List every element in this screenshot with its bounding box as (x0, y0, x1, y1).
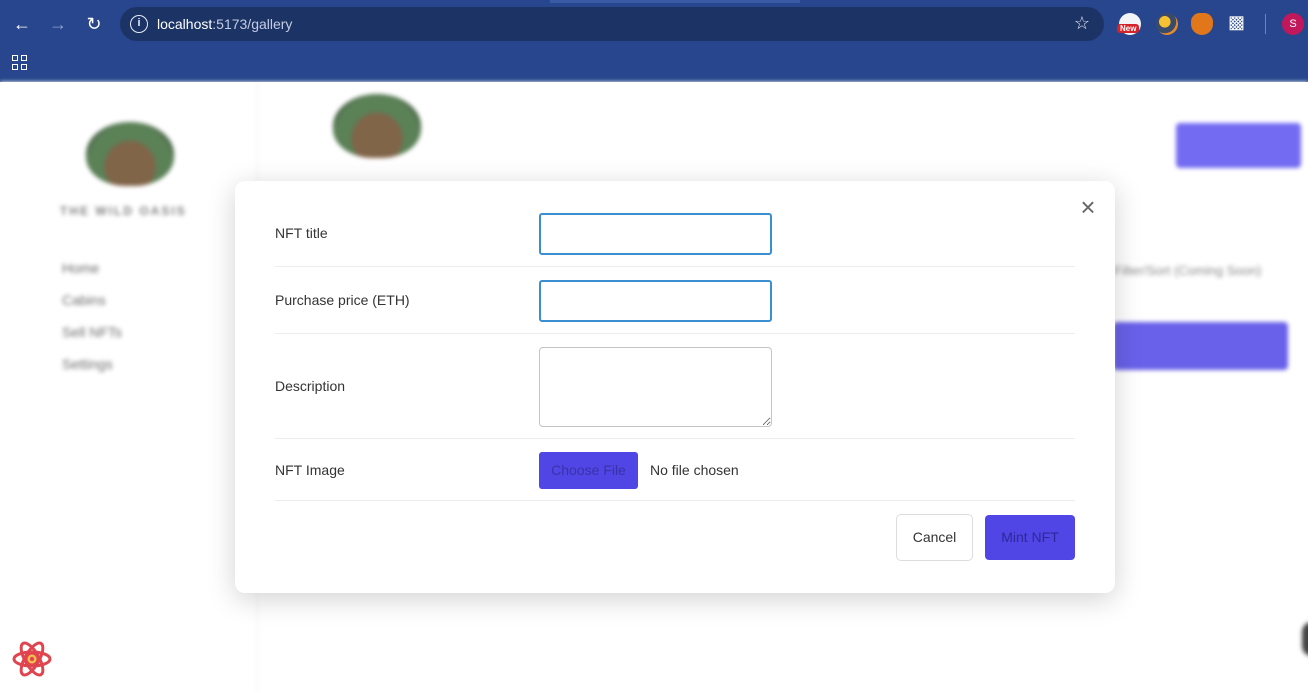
info-icon[interactable]: i (130, 15, 148, 33)
url-text[interactable]: localhost:5173/gallery (157, 16, 292, 32)
form-row-image: NFT Image Choose File No file chosen (275, 439, 1075, 501)
url-path: :5173/gallery (212, 16, 293, 32)
puzzle-icon[interactable]: ▩ (1228, 12, 1245, 33)
back-arrow-icon[interactable]: ← (10, 12, 34, 36)
star-icon[interactable]: ☆ (1074, 13, 1090, 34)
description-textarea[interactable] (539, 347, 772, 427)
form-row-description: Description (275, 334, 1075, 439)
new-badge: New (1117, 24, 1140, 33)
react-devtools-icon[interactable] (12, 639, 52, 679)
metamask-fox-icon[interactable] (1191, 13, 1213, 35)
extension-new-icon[interactable]: New (1117, 13, 1141, 35)
description-label: Description (275, 378, 346, 394)
purchase-price-label: Purchase price (ETH) (275, 292, 410, 308)
extension-orb-icon[interactable] (1156, 13, 1178, 35)
bookmarks-bar (0, 48, 1308, 82)
address-bar[interactable]: i localhost:5173/gallery ☆ (120, 7, 1104, 41)
mint-nft-button[interactable]: Mint NFT (985, 515, 1075, 560)
active-tab-indicator (550, 0, 800, 3)
nft-title-input[interactable] (539, 213, 772, 255)
forward-arrow-icon[interactable]: → (46, 12, 70, 36)
purchase-price-input[interactable] (539, 280, 772, 322)
nft-title-label: NFT title (275, 225, 328, 241)
cancel-button[interactable]: Cancel (896, 514, 973, 561)
profile-avatar[interactable]: S (1282, 13, 1304, 35)
close-icon[interactable]: × (1077, 194, 1099, 220)
choose-file-button[interactable]: Choose File (539, 452, 638, 489)
browser-toolbar: ← → ↻ i localhost:5173/gallery ☆ New ▩ S (0, 0, 1308, 48)
reload-icon[interactable]: ↻ (82, 12, 106, 36)
mint-nft-modal: × NFT title Purchase price (ETH) Descrip… (235, 181, 1115, 593)
form-row-price: Purchase price (ETH) (275, 267, 1075, 334)
apps-grid-icon[interactable] (12, 55, 28, 71)
form-row-title: NFT title (275, 181, 1075, 267)
file-status-text: No file chosen (650, 462, 739, 478)
url-host: localhost (157, 16, 213, 32)
nft-image-label: NFT Image (275, 462, 345, 478)
toolbar-divider (1265, 14, 1266, 34)
